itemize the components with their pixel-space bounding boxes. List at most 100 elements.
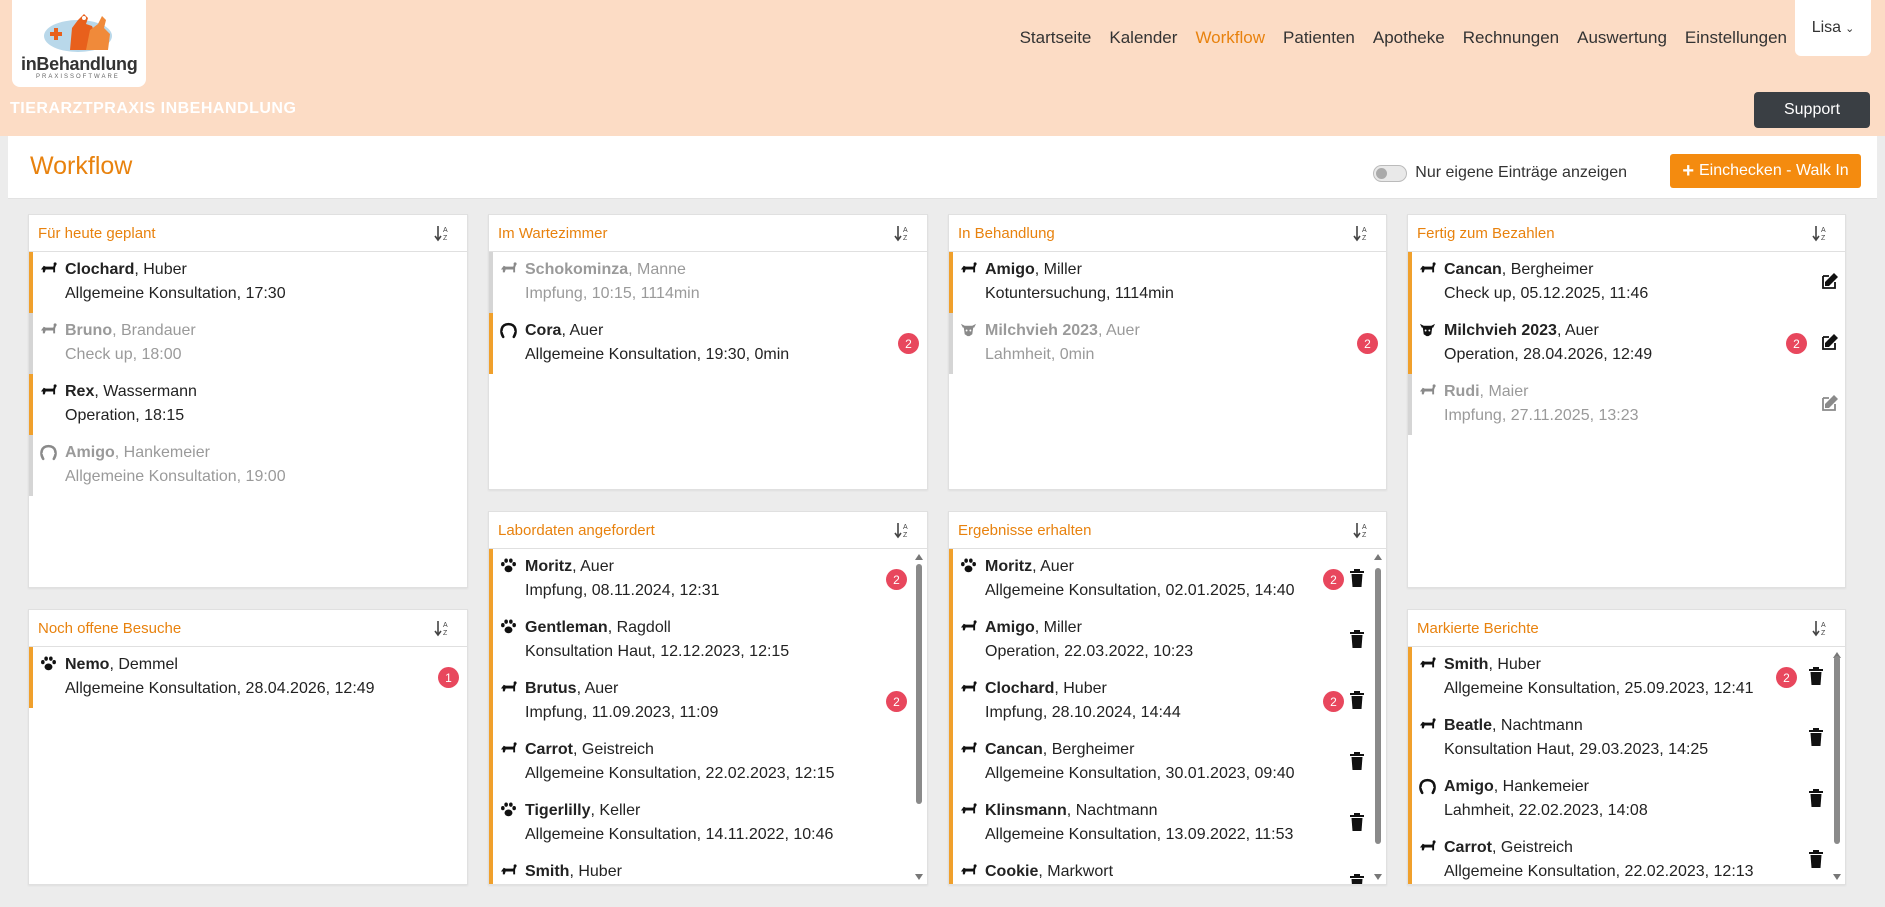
trash-icon[interactable] (1809, 728, 1823, 746)
practice-name: TIERARZTPRAXIS INBEHANDLUNG (10, 100, 297, 117)
entry-cancan[interactable]: Cancan, Bergheimer Check up, 05.12.2025, … (1408, 252, 1845, 313)
scrollbar[interactable] (1373, 550, 1383, 884)
svg-text:Z: Z (1821, 630, 1826, 637)
count-badge: 2 (1786, 333, 1807, 354)
panel-entry-list: Amigo, Miller Kotuntersuchung, 1114min Mil… (949, 252, 1386, 374)
trash-icon[interactable] (1809, 789, 1823, 807)
nav-apotheke[interactable]: Apotheke (1373, 28, 1445, 60)
entry-milchvieh-2023[interactable]: Milchvieh 2023, Auer Operation, 28.04.202… (1408, 313, 1845, 374)
nav-einstellungen[interactable]: Einstellungen (1685, 28, 1787, 60)
entry-moritz[interactable]: Moritz, Auer Allgemeine Konsultation, 02.… (949, 549, 1386, 610)
scrollbar[interactable] (1832, 648, 1842, 884)
nav-workflow[interactable]: Workflow (1195, 28, 1265, 60)
trash-icon[interactable] (1350, 813, 1364, 831)
entry-klinsmann[interactable]: Klinsmann, Nachtmann Allgemeine Konsultat… (949, 793, 1386, 854)
entry-gentleman[interactable]: Gentleman, Ragdoll Konsultation Haut, 12.… (489, 610, 927, 671)
entry-nemo[interactable]: Nemo, Demmel Allgemeine Konsultation, 28.… (29, 647, 467, 708)
entry-amigo[interactable]: Amigo, Miller Operation, 22.03.2022, 10:2… (949, 610, 1386, 671)
sort-icon[interactable]: AZ (433, 619, 453, 637)
entry-carrot[interactable]: Carrot, Geistreich Allgemeine Konsultatio… (489, 732, 927, 793)
user-menu[interactable]: Lisa ⌄ (1795, 0, 1871, 56)
entry-brutus[interactable]: Brutus, Auer Impfung, 11.09.2023, 11:09 2 (489, 671, 927, 732)
entry-cancan[interactable]: Cancan, Bergheimer Allgemeine Konsultatio… (949, 732, 1386, 793)
dog-bone-icon (500, 863, 517, 878)
entry-smith[interactable]: Smith, Huber (489, 854, 927, 884)
dog-bone-icon (960, 619, 977, 634)
entry-cora[interactable]: Cora, Auer Allgemeine Konsultation, 19:30… (489, 313, 927, 374)
scroll-down-arrow-icon[interactable] (1833, 874, 1841, 880)
entry-detail: Allgemeine Konsultation, 14.11.2022, 10:… (525, 826, 834, 843)
entry-schokominza[interactable]: Schokominza, Manne Impfung, 10:15, 1114mi… (489, 252, 927, 313)
entry-amigo[interactable]: Amigo, Hankemeier Allgemeine Konsultation… (29, 435, 467, 496)
edit-icon[interactable] (1821, 394, 1839, 412)
sort-icon[interactable]: AZ (1811, 224, 1831, 242)
entry-detail: Allgemeine Konsultation, 19:30, 0min (525, 346, 790, 363)
entry-amigo[interactable]: Amigo, Miller Kotuntersuchung, 1114min (949, 252, 1386, 313)
entry-owner-name: Huber (1063, 680, 1107, 697)
logo-animals-icon (44, 14, 112, 52)
entry-patient-owner: Cancan, Bergheimer (1444, 261, 1594, 278)
entry-detail: Allgemeine Konsultation, 25.09.2023, 12:… (1444, 680, 1754, 697)
entry-beatle[interactable]: Beatle, Nachtmann Konsultation Haut, 29.0… (1408, 708, 1845, 769)
entry-detail: Allgemeine Konsultation, 19:00 (65, 468, 286, 485)
support-button[interactable]: Support (1754, 92, 1870, 128)
sort-icon[interactable]: AZ (893, 224, 913, 242)
sort-icon[interactable]: AZ (1811, 619, 1831, 637)
trash-icon[interactable] (1350, 630, 1364, 648)
entry-cookie[interactable]: Cookie, Markwort (949, 854, 1386, 884)
entry-carrot[interactable]: Carrot, Geistreich Allgemeine Konsultatio… (1408, 830, 1845, 884)
entry-rudi[interactable]: Rudi, Maier Impfung, 27.11.2025, 13:23 (1408, 374, 1845, 435)
entry-moritz[interactable]: Moritz, Auer Impfung, 08.11.2024, 12:31 2 (489, 549, 927, 610)
nav-auswertung[interactable]: Auswertung (1577, 28, 1667, 60)
scrollbar-thumb[interactable] (1375, 568, 1381, 844)
scroll-down-arrow-icon[interactable] (1374, 874, 1382, 880)
scroll-up-arrow-icon[interactable] (915, 554, 923, 560)
sort-icon[interactable]: AZ (893, 521, 913, 539)
entry-clochard[interactable]: Clochard, Huber Allgemeine Konsultation, … (29, 252, 467, 313)
nav-startseite[interactable]: Startseite (1020, 28, 1092, 60)
svg-text:Z: Z (443, 235, 448, 242)
sort-icon[interactable]: AZ (1352, 224, 1372, 242)
count-badge: 2 (886, 691, 907, 712)
entry-bruno[interactable]: Bruno, Brandauer Check up, 18:00 (29, 313, 467, 374)
entry-tigerlilly[interactable]: Tigerlilly, Keller Allgemeine Konsultatio… (489, 793, 927, 854)
entry-smith[interactable]: Smith, Huber Allgemeine Konsultation, 25.… (1408, 647, 1845, 708)
trash-icon[interactable] (1350, 569, 1364, 587)
sort-icon[interactable]: AZ (1352, 521, 1372, 539)
nav-patienten[interactable]: Patienten (1283, 28, 1355, 60)
nav-rechnungen[interactable]: Rechnungen (1463, 28, 1559, 60)
edit-icon[interactable] (1821, 272, 1839, 290)
scroll-down-arrow-icon[interactable] (915, 874, 923, 880)
panel-title: Fertig zum Bezahlen (1417, 225, 1555, 242)
nav-kalender[interactable]: Kalender (1109, 28, 1177, 60)
scrollbar-thumb[interactable] (1834, 656, 1840, 844)
checkin-walkin-button[interactable]: + Einchecken - Walk In (1670, 154, 1861, 188)
trash-icon[interactable] (1350, 874, 1364, 884)
app-logo[interactable]: inBehandlung PRAXISSOFTWARE (12, 0, 146, 87)
scroll-up-arrow-icon[interactable] (1374, 554, 1382, 560)
entry-milchvieh-2023[interactable]: Milchvieh 2023, Auer Lahmheit, 0min 2 (949, 313, 1386, 374)
sort-icon[interactable]: AZ (433, 224, 453, 242)
svg-text:A: A (1362, 524, 1367, 531)
entry-patient-owner: Bruno, Brandauer (65, 322, 196, 339)
trash-icon[interactable] (1350, 691, 1364, 709)
scrollbar[interactable] (914, 550, 924, 884)
panel-entry-list: Moritz, Auer Allgemeine Konsultation, 02.… (949, 549, 1386, 884)
entry-rex[interactable]: Rex, Wassermann Operation, 18:15 (29, 374, 467, 435)
entry-patient-owner: Smith, Huber (1444, 656, 1541, 673)
svg-text:A: A (903, 227, 908, 234)
edit-icon[interactable] (1821, 333, 1839, 351)
trash-icon[interactable] (1350, 752, 1364, 770)
entry-owner-name: Hankemeier (1502, 778, 1589, 795)
entry-detail: Impfung, 27.11.2025, 13:23 (1444, 407, 1639, 424)
paw-icon (500, 802, 517, 817)
entry-amigo[interactable]: Amigo, Hankemeier Lahmheit, 22.02.2023, 1… (1408, 769, 1845, 830)
entry-owner-name: Manne (637, 261, 686, 278)
trash-icon[interactable] (1809, 850, 1823, 868)
entry-detail: Allgemeine Konsultation, 13.09.2022, 11:… (985, 826, 1294, 843)
own-entries-toggle[interactable] (1373, 164, 1408, 182)
trash-icon[interactable] (1809, 667, 1823, 685)
entry-patient-owner: Clochard, Huber (985, 680, 1107, 697)
entry-clochard[interactable]: Clochard, Huber Impfung, 28.10.2024, 14:4… (949, 671, 1386, 732)
scrollbar-thumb[interactable] (916, 564, 922, 804)
